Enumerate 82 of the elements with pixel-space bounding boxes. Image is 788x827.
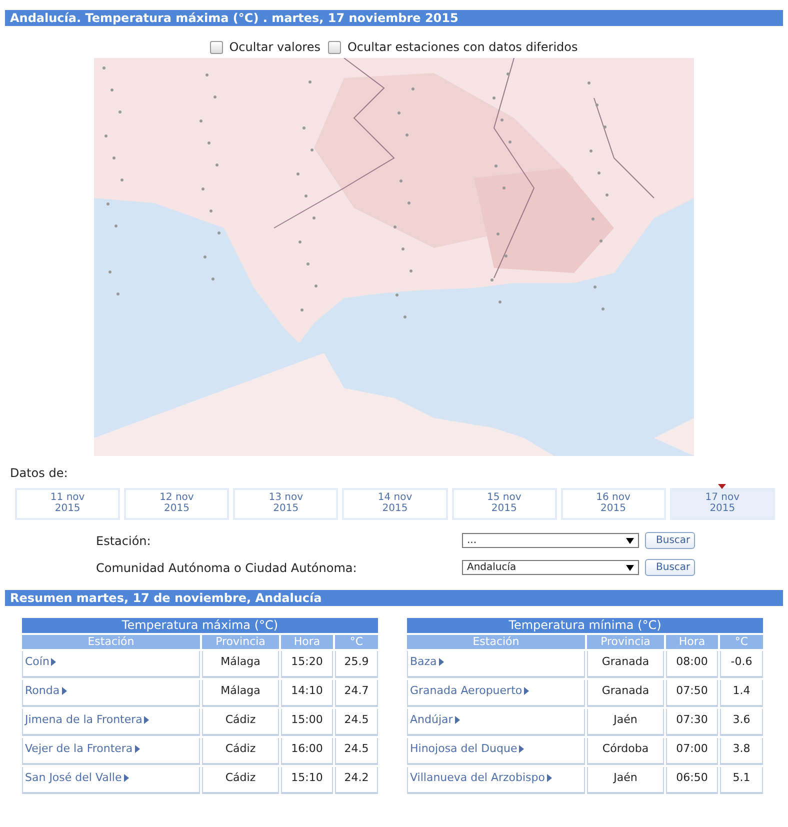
table-cell: 1.4 [720, 680, 763, 707]
date-tab[interactable]: 13 nov 2015 [233, 488, 338, 520]
table-cell: 24.2 [335, 767, 378, 794]
table-cell: 15:10 [281, 767, 333, 794]
column-header: Hora [281, 635, 333, 649]
caret-icon [51, 658, 56, 666]
column-header: Provincia [202, 635, 279, 649]
table-cell: 06:50 [666, 767, 718, 794]
select-field[interactable]: Andalucía [462, 560, 639, 575]
table-cell: 15:20 [281, 651, 333, 678]
dates-label: Datos de: [10, 466, 69, 480]
caret-icon [547, 774, 552, 782]
checkbox-label: Ocultar valores [229, 40, 320, 54]
page-title: Andalucía. Temperatura máxima (°C) . martes, 17 noviembre 2015 [5, 10, 783, 26]
search-button[interactable]: Buscar [645, 532, 695, 549]
table-cell: Jaén [587, 709, 664, 736]
station-link[interactable]: Hinojosa del Duque [410, 742, 524, 755]
station-link[interactable]: San José del Valle [25, 771, 129, 784]
station-link[interactable]: Vejer de la Frontera [25, 742, 140, 755]
date-tab[interactable]: 16 nov 2015 [560, 488, 666, 520]
station-link[interactable]: Jimena de la Frontera [25, 713, 150, 726]
column-header: Estación [22, 635, 200, 649]
table-cell: 07:00 [666, 738, 718, 765]
table-cell: 16:00 [281, 738, 333, 765]
station-link[interactable]: Granada Aeropuerto [410, 684, 530, 697]
table-cell: 3.6 [720, 709, 763, 736]
date-tab[interactable]: 15 nov 2015 [452, 488, 557, 520]
table-cell: Cádiz [202, 709, 279, 736]
table-cell: Granada [587, 651, 664, 678]
station-link[interactable]: Ronda [25, 684, 67, 697]
marker-icon [718, 484, 726, 489]
table-cell: Cádiz [202, 738, 279, 765]
table-cell: 07:30 [666, 709, 718, 736]
select-field[interactable]: ... [462, 533, 639, 548]
table-cell: -0.6 [720, 651, 763, 678]
table-cell: 5.1 [720, 767, 763, 794]
table-cell: 14:10 [281, 680, 333, 707]
table-cell: 08:00 [666, 651, 718, 678]
table-cell: 07:50 [666, 680, 718, 707]
checkbox[interactable] [328, 40, 342, 54]
caret-icon [519, 744, 524, 752]
table-cell: Málaga [202, 651, 279, 678]
checkbox-label: Ocultar estaciones con datos diferidos [347, 40, 578, 54]
column-header: Provincia [587, 635, 664, 649]
caret-icon [454, 716, 460, 724]
table-cell: Córdoba [587, 738, 664, 765]
table-cell: Málaga [202, 680, 279, 707]
table-cell: 3.8 [720, 738, 763, 765]
column-header: Estación [407, 635, 585, 649]
column-header: Hora [666, 635, 718, 649]
search-button[interactable]: Buscar [645, 559, 695, 576]
filter-label: Estación: [96, 534, 152, 548]
table-cell: 24.5 [335, 738, 378, 765]
caret-icon [62, 686, 67, 694]
column-header: °C [720, 635, 763, 649]
date-tab[interactable]: 12 nov 2015 [124, 488, 230, 520]
caret-icon [124, 774, 129, 782]
table-title: Temperatura mínima (°C) [407, 618, 763, 633]
station-link[interactable]: Coín [25, 655, 56, 668]
section-title: Resumen martes, 17 de noviembre, Andalucía [5, 590, 783, 606]
date-tab[interactable]: 11 nov 2015 [15, 488, 120, 520]
station-link[interactable]: Andújar [410, 713, 460, 726]
caret-icon [144, 716, 150, 724]
table-cell: 25.9 [335, 651, 378, 678]
table-cell: Cádiz [202, 767, 279, 794]
column-header: °C [335, 635, 378, 649]
table-cell: 24.7 [335, 680, 378, 707]
table-cell: 15:00 [281, 709, 333, 736]
caret-icon [524, 686, 530, 694]
filter-label: Comunidad Autónoma o Ciudad Autónoma: [96, 560, 358, 574]
dropdown-icon [626, 564, 634, 570]
caret-icon [134, 744, 140, 752]
table-cell: Granada [587, 680, 664, 707]
table-title: Temperatura máxima (°C) [22, 618, 378, 633]
date-tab[interactable]: 14 nov 2015 [342, 488, 448, 520]
station-link[interactable]: Baza [410, 655, 444, 668]
caret-icon [438, 658, 444, 666]
dropdown-icon [626, 538, 634, 544]
table-cell: Jaén [587, 767, 664, 794]
checkbox[interactable] [210, 40, 224, 54]
station-link[interactable]: Villanueva del Arzobispo [410, 771, 552, 784]
table-cell: 24.5 [335, 709, 378, 736]
